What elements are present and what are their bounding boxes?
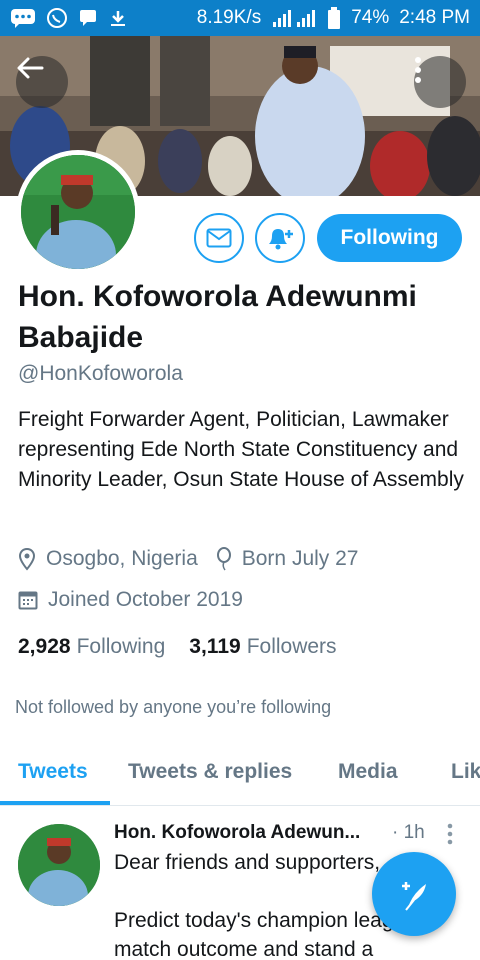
following-label: Following [76, 635, 166, 658]
followers-label: Followers [246, 635, 337, 658]
profile-name: Hon. Kofoworola Adewunmi Babajide [18, 280, 417, 354]
following-count: 2,928 [18, 635, 71, 658]
message-icon [78, 8, 98, 28]
tweet-text-line: Predict today's champion leag [114, 909, 394, 932]
profile-meta-row: Osogbo, Nigeria Born July 27 [18, 547, 358, 571]
tweet-options-button[interactable] [440, 822, 460, 846]
avatar-photo [21, 155, 135, 269]
download-icon [108, 8, 128, 28]
profile-joined: Joined October 2019 [48, 588, 243, 611]
balloon-icon [216, 547, 232, 571]
tweet-text-line: Dear friends and supporters, [114, 851, 381, 874]
tweet-avatar-photo [18, 824, 100, 906]
bell-plus-icon [269, 229, 293, 250]
tweet-author[interactable]: Hon. Kofoworola Adewun... [114, 822, 360, 844]
profile-bio: Freight Forwarder Agent, Politician, Law… [18, 408, 464, 491]
followers-link[interactable]: 3,119 Followers [189, 635, 336, 659]
profile-joined-row: Joined October 2019 [18, 588, 243, 612]
profile-avatar[interactable] [16, 150, 140, 274]
tweet-time: · 1h [392, 822, 425, 843]
network-speed: 8.19K/s [196, 7, 262, 28]
back-button[interactable] [16, 56, 68, 108]
tweet-avatar[interactable] [18, 824, 100, 906]
followers-count: 3,119 [189, 635, 241, 658]
notifications-button[interactable] [255, 213, 305, 263]
chat-icon [10, 8, 36, 28]
active-tab-indicator [0, 801, 110, 805]
tweet-text-line: match outcome and stand a [114, 938, 374, 960]
battery-icon [327, 7, 341, 29]
location-pin-icon [18, 547, 36, 571]
tab-media[interactable]: Media [338, 760, 398, 784]
tab-tweets-replies[interactable]: Tweets & replies [128, 760, 292, 784]
signal-icon [271, 8, 317, 28]
clock: 2:48 PM [399, 7, 470, 28]
vertical-dots-icon [415, 57, 421, 83]
battery-level: 74% [351, 7, 390, 28]
compose-feather-icon [402, 882, 426, 911]
follow-counts: 2,928 Following 3,119 Followers [18, 635, 337, 659]
more-options-button[interactable] [414, 56, 466, 108]
profile-tabs: Tweets Tweets & replies Media Lik [0, 740, 480, 806]
profile-handle: @HonKofoworola [18, 362, 183, 385]
vertical-dots-icon [447, 823, 453, 845]
tab-likes[interactable]: Lik [451, 760, 480, 784]
message-button[interactable] [194, 213, 244, 263]
whatsapp-icon [46, 7, 68, 29]
calendar-icon [18, 590, 38, 610]
not-followed-notice: Not followed by anyone you’re following [15, 697, 332, 717]
compose-tweet-button[interactable] [372, 852, 456, 936]
mail-icon [206, 228, 232, 248]
profile-location: Osogbo, Nigeria [46, 547, 198, 570]
arrow-left-icon [17, 57, 44, 79]
following-link[interactable]: 2,928 Following [18, 635, 165, 659]
tab-tweets[interactable]: Tweets [18, 760, 88, 784]
status-bar: 8.19K/s 74% 2:48 PM [0, 0, 480, 36]
following-button[interactable]: Following [317, 214, 462, 262]
profile-birthday: Born July 27 [241, 547, 359, 570]
